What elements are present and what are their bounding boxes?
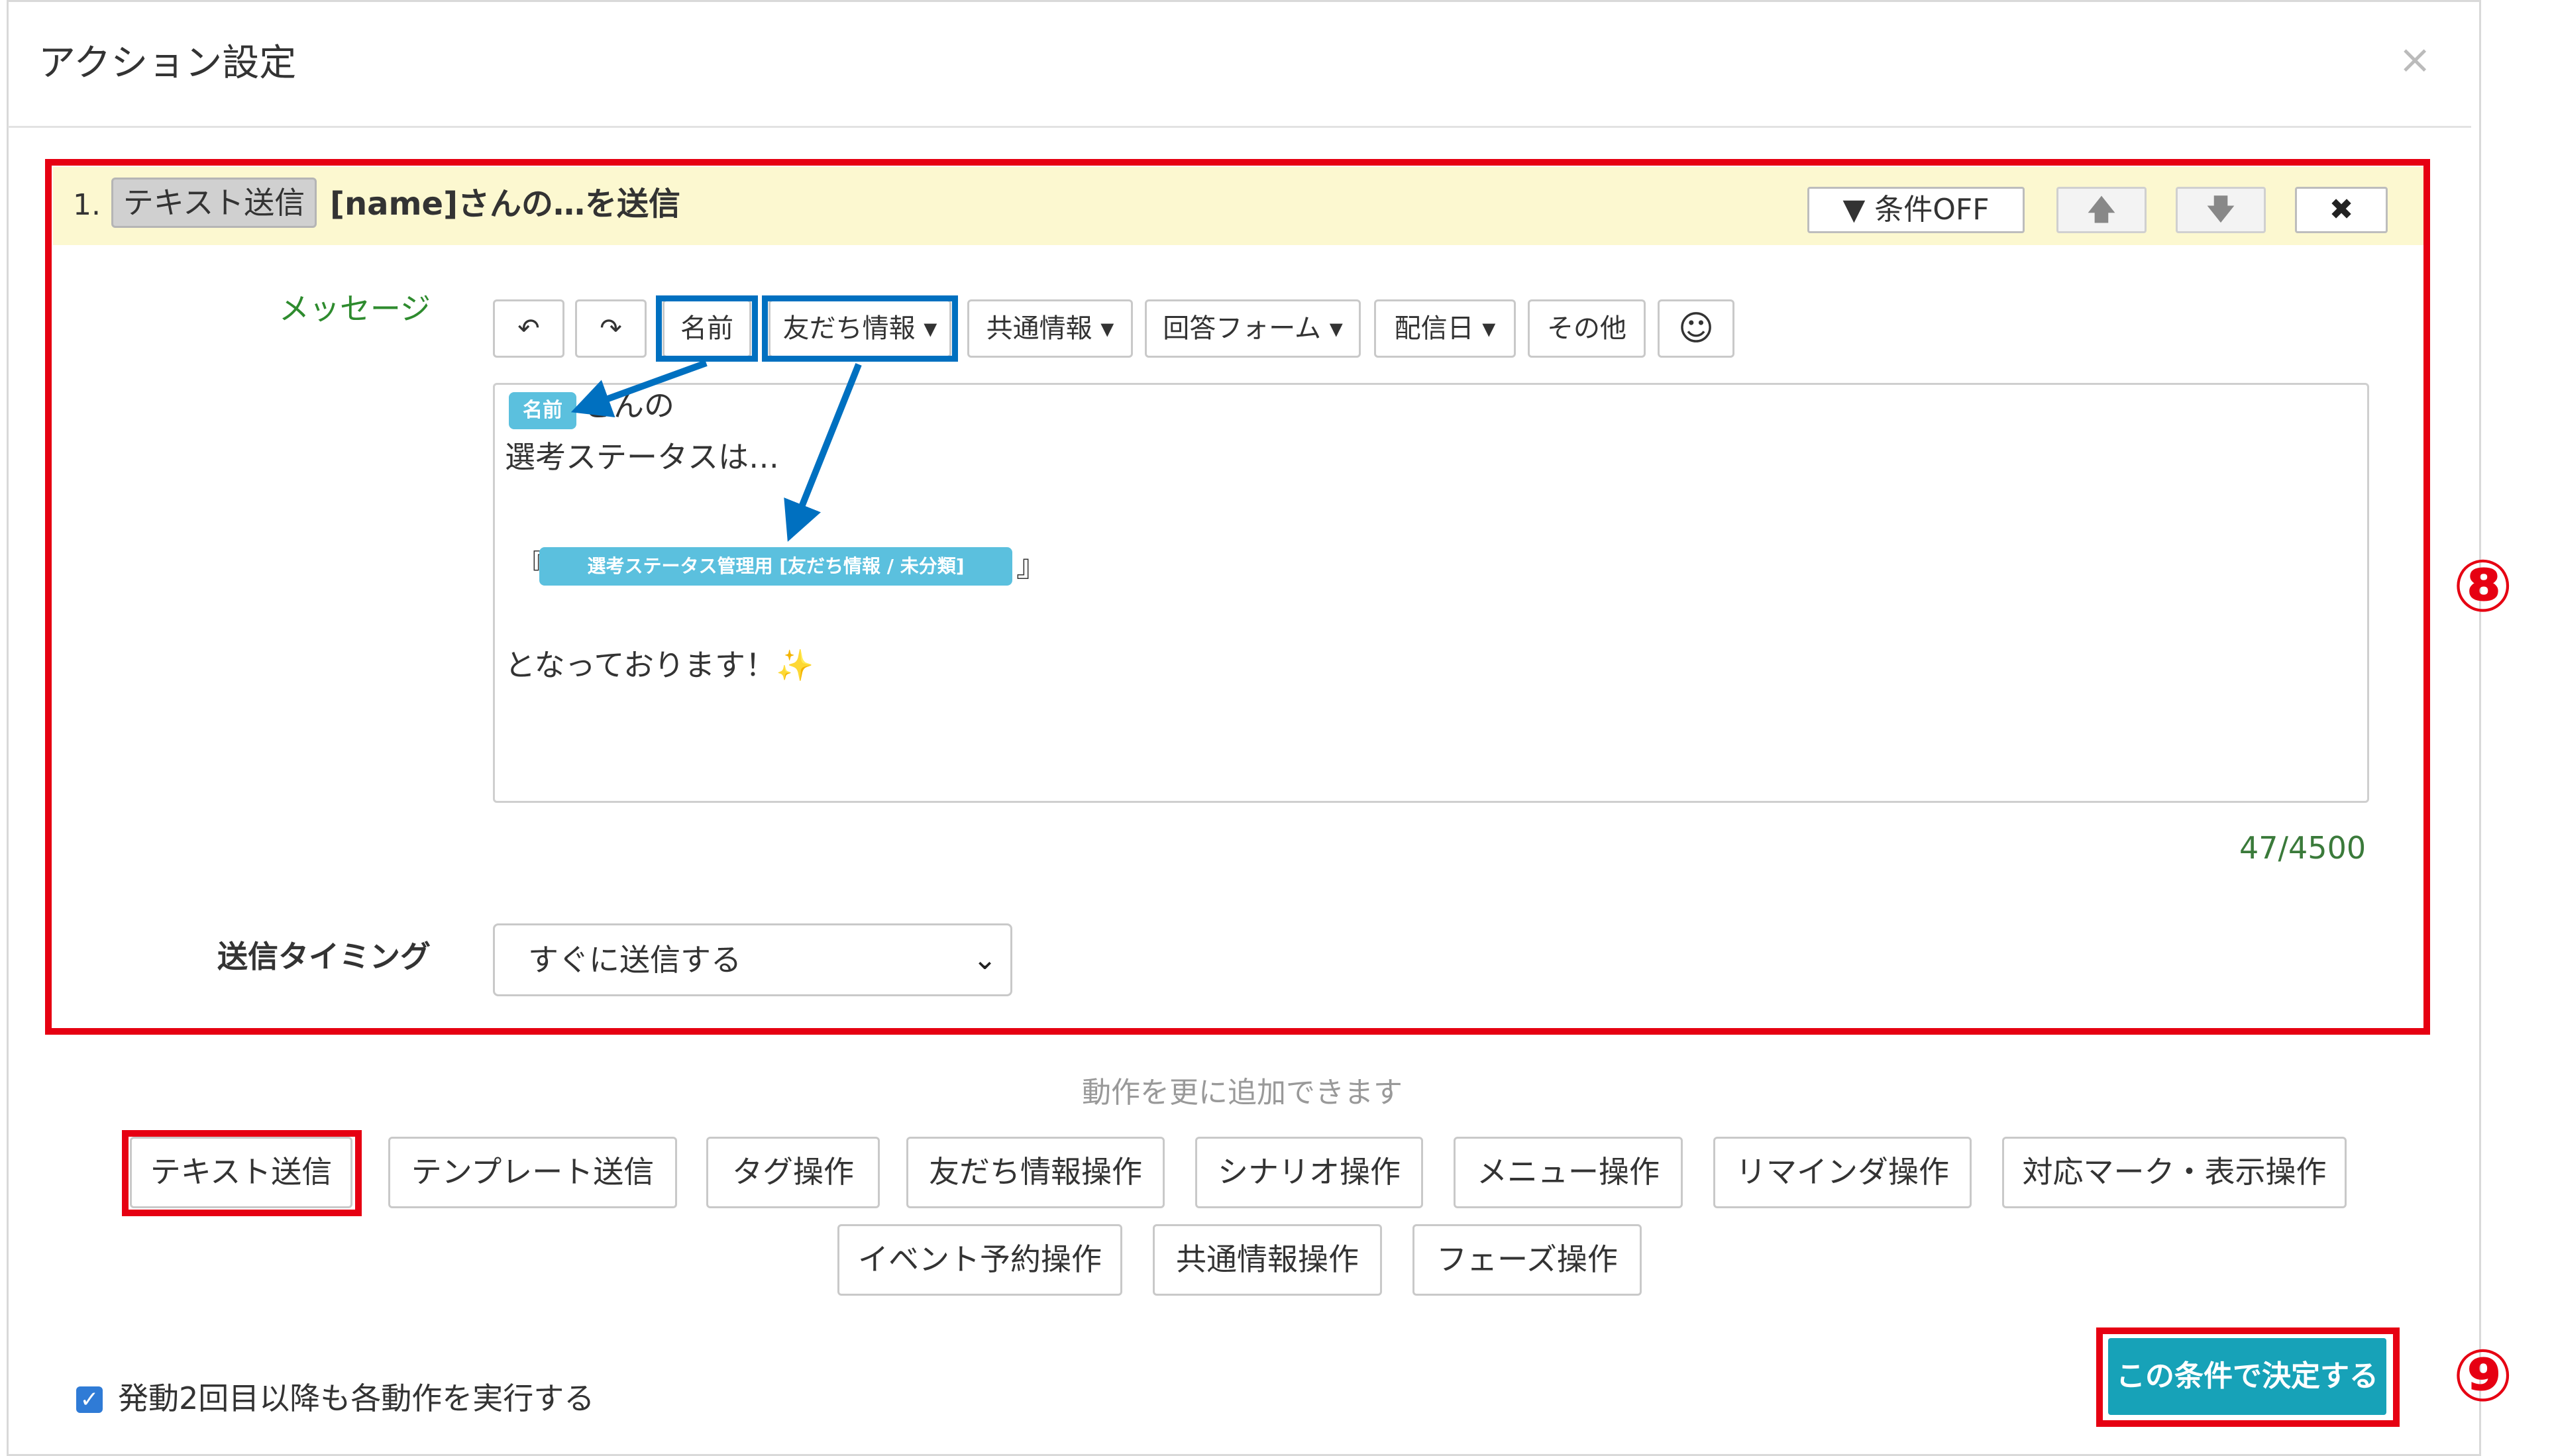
add-shared-info-operation-button[interactable]: 共通情報操作: [1153, 1224, 1382, 1296]
add-reminder-operation-button[interactable]: リマインダ操作: [1713, 1137, 1972, 1208]
annotation-confirm-outline: [2096, 1327, 2400, 1427]
annotation-section-outline: [45, 159, 2430, 1035]
add-template-send-button[interactable]: テンプレート送信: [388, 1137, 677, 1208]
repeat-actions-checkbox[interactable]: ✓: [76, 1386, 103, 1413]
add-mark-display-operation-button[interactable]: 対応マーク・表示操作: [2002, 1137, 2347, 1208]
add-tag-operation-button[interactable]: タグ操作: [706, 1137, 880, 1208]
annotation-marker-9: ⑨: [2453, 1335, 2514, 1418]
annotation-text-send-outline: [122, 1130, 362, 1216]
add-menu-operation-button[interactable]: メニュー操作: [1454, 1137, 1683, 1208]
add-actions-hint: 動作を更に追加できます: [1082, 1076, 1403, 1110]
add-scenario-operation-button[interactable]: シナリオ操作: [1195, 1137, 1423, 1208]
annotation-marker-8: ⑧: [2453, 545, 2514, 628]
repeat-actions-label: 発動2回目以降も各動作を実行する: [118, 1380, 595, 1416]
add-friend-info-operation-button[interactable]: 友だち情報操作: [906, 1137, 1165, 1208]
add-phase-operation-button[interactable]: フェーズ操作: [1412, 1224, 1642, 1296]
add-event-booking-operation-button[interactable]: イベント予約操作: [837, 1224, 1122, 1296]
